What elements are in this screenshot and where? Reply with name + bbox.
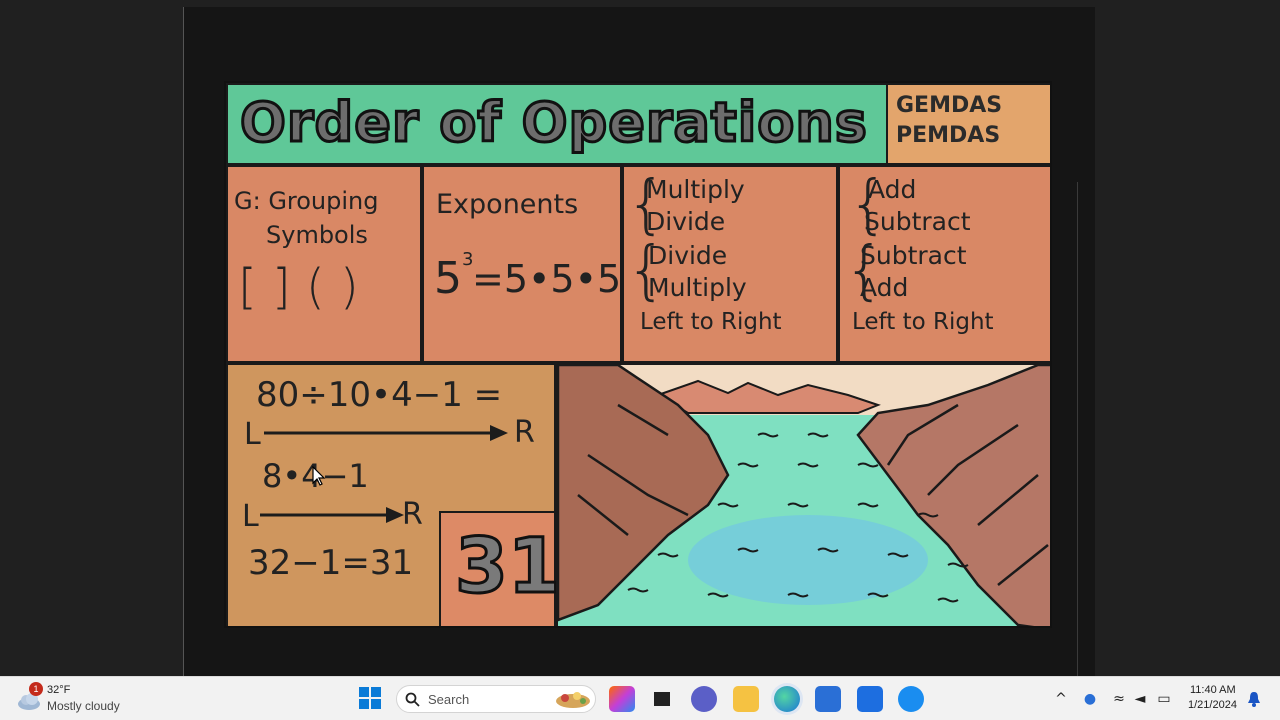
microsoft-store-icon[interactable] bbox=[815, 686, 841, 712]
notification-bell-icon[interactable] bbox=[1247, 691, 1261, 707]
search-highlight-icon bbox=[556, 692, 590, 708]
microphone-icon[interactable]: ● bbox=[1081, 690, 1099, 708]
right-label: R bbox=[402, 497, 423, 532]
md-divide-1: Divide bbox=[646, 207, 726, 236]
acronym-panel: GEMDAS PEMDAS bbox=[886, 83, 1050, 165]
search-icon bbox=[405, 692, 420, 707]
battery-icon[interactable]: ▭ bbox=[1155, 690, 1173, 708]
grouping-symbols: [ ] ( ) bbox=[238, 259, 359, 315]
teams-chat-icon[interactable] bbox=[691, 686, 717, 712]
file-explorer-icon[interactable] bbox=[733, 686, 759, 712]
answer-panel: 31 bbox=[439, 511, 562, 626]
grouping-label-2: Symbols bbox=[266, 221, 368, 249]
md-multiply-1: Multiply bbox=[646, 175, 745, 204]
volume-icon[interactable]: ◄ bbox=[1131, 690, 1149, 708]
clock-date[interactable]: 1/21/2024 bbox=[1188, 699, 1237, 711]
task-view-icon bbox=[654, 692, 670, 706]
md-divide-2: Divide bbox=[648, 241, 728, 270]
poster-title: Order of Operations bbox=[239, 90, 869, 156]
canyon-illustration bbox=[556, 363, 1050, 626]
arrow-icon bbox=[264, 425, 508, 441]
edge-browser-icon[interactable] bbox=[774, 686, 800, 712]
right-label: R bbox=[514, 415, 535, 450]
acronym-gemdas: GEMDAS bbox=[896, 93, 1003, 118]
add-subtract-panel: { Add Subtract { Subtract Add Left to Ri… bbox=[838, 165, 1050, 363]
exponents-panel: Exponents 5 3 =5•5•5 bbox=[422, 165, 622, 363]
example-expression: 80÷10•4−1 = bbox=[256, 375, 503, 415]
clock-time[interactable]: 11:40 AM bbox=[1190, 684, 1236, 696]
example-step-3: 32−1=31 bbox=[248, 543, 414, 583]
order-of-operations-poster: Order of Operations GEMDAS PEMDAS G: Gro… bbox=[224, 81, 1052, 628]
as-direction: Left to Right bbox=[852, 309, 994, 335]
acronym-pemdas: PEMDAS bbox=[896, 123, 1001, 148]
mouse-pointer-icon bbox=[312, 466, 326, 486]
desktop: Order of Operations GEMDAS PEMDAS G: Gro… bbox=[0, 0, 1280, 676]
weather-description: Mostly cloudy bbox=[47, 699, 120, 713]
grouping-panel: G: Grouping Symbols [ ] ( ) bbox=[226, 165, 422, 363]
grouping-label: G: Grouping bbox=[234, 187, 379, 215]
multiply-divide-panel: { Multiply Divide { Divide Multiply Left… bbox=[622, 165, 838, 363]
zoom-app-icon[interactable] bbox=[898, 686, 924, 712]
arrow-icon bbox=[260, 507, 404, 523]
exponent-base: 5 bbox=[434, 253, 462, 304]
search-placeholder: Search bbox=[428, 692, 470, 707]
windows-start-icon[interactable] bbox=[359, 687, 381, 709]
as-subtract-2: Subtract bbox=[860, 241, 967, 270]
exponent-expansion: =5•5•5 bbox=[472, 257, 622, 301]
chevron-up-icon[interactable]: ^ bbox=[1052, 690, 1070, 708]
as-add-2: Add bbox=[860, 273, 909, 302]
taskbar-search-box[interactable]: Search bbox=[396, 685, 596, 713]
as-add-1: Add bbox=[868, 175, 917, 204]
copilot-icon[interactable] bbox=[609, 686, 635, 712]
taskbar: 1 32°F Mostly cloudy Search ^ ● ≈ ◄ ▭ 11… bbox=[0, 676, 1280, 720]
exponents-label: Exponents bbox=[436, 189, 579, 220]
canyon-drawing bbox=[558, 365, 1050, 626]
md-direction: Left to Right bbox=[640, 309, 782, 335]
wifi-icon[interactable]: ≈ bbox=[1110, 690, 1128, 708]
mail-icon[interactable] bbox=[857, 686, 883, 712]
answer-value: 31 bbox=[454, 520, 563, 612]
notification-badge: 1 bbox=[29, 682, 43, 696]
weather-temperature: 32°F bbox=[47, 684, 71, 696]
left-label: L bbox=[242, 499, 259, 534]
task-view-icon[interactable] bbox=[649, 686, 675, 712]
md-multiply-2: Multiply bbox=[648, 273, 747, 302]
title-band: Order of Operations bbox=[226, 83, 888, 165]
as-subtract-1: Subtract bbox=[864, 207, 971, 236]
left-label: L bbox=[244, 417, 261, 452]
viewer-divider bbox=[1077, 182, 1078, 676]
